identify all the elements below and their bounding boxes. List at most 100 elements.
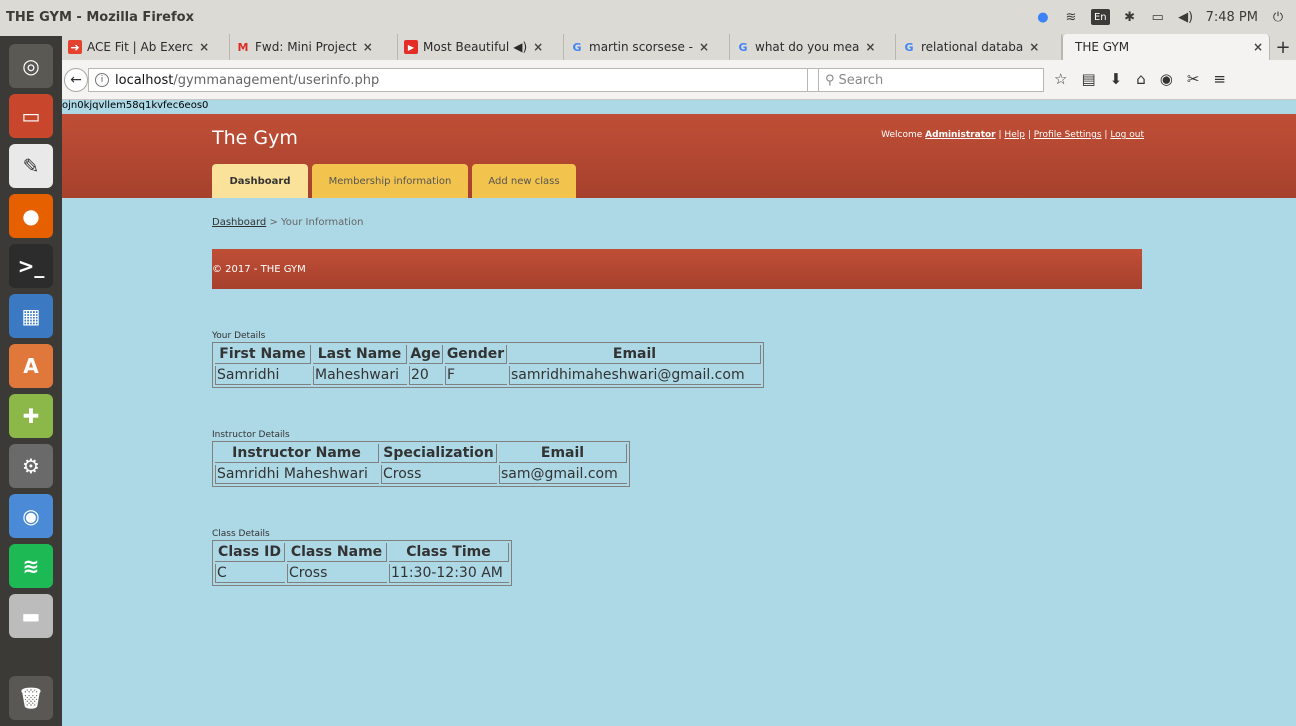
table-header-row: Instructor Name Specialization Email (215, 444, 627, 463)
separator: | (1027, 130, 1031, 140)
speaker-icon[interactable]: ◀) (513, 40, 527, 54)
instructor-details-table: Instructor Name Specialization Email Sam… (212, 441, 630, 487)
chromium-tray-icon[interactable]: ● (1035, 9, 1051, 25)
android-studio-icon[interactable]: ✚ (9, 394, 53, 438)
ace-fit-icon: ➜ (68, 40, 82, 54)
close-tab-icon[interactable]: × (1029, 40, 1039, 54)
tab-youtube[interactable]: ▶ Most Beautiful ◀) × (398, 34, 564, 60)
download-icon[interactable]: ⬇ (1110, 70, 1123, 88)
column-header: Instructor Name (215, 444, 379, 463)
libreoffice-impress-icon[interactable]: ▦ (9, 294, 53, 338)
column-header: Email (499, 444, 627, 463)
your-details-label: Your Details (212, 331, 266, 341)
separator: | (1104, 130, 1108, 140)
web-page: ojn0kjqvllem58q1kvfec6eos0 The Gym Welco… (62, 100, 1296, 726)
info-icon[interactable]: i (95, 73, 109, 87)
column-header: Class Name (287, 543, 387, 562)
bookmark-star-icon[interactable]: ☆ (1054, 70, 1067, 88)
footer-text: © 2017 - THE GYM (212, 263, 306, 275)
search-input[interactable]: ⚲ Search (818, 68, 1044, 92)
tab-gmail[interactable]: M Fwd: Mini Project × (230, 34, 398, 60)
drive-icon[interactable]: ▬ (9, 594, 53, 638)
column-header: Last Name (313, 345, 407, 364)
close-tab-icon[interactable]: × (1253, 40, 1263, 54)
separator: | (998, 130, 1002, 140)
column-header: First Name (215, 345, 311, 364)
breadcrumb-current: > Your Information (266, 217, 364, 228)
screenshot-icon[interactable]: ✂ (1187, 70, 1200, 88)
profile-settings-link[interactable]: Profile Settings (1034, 130, 1102, 140)
battery-icon[interactable]: ▭ (1150, 9, 1166, 25)
home-icon[interactable]: ⌂ (1136, 70, 1146, 88)
tab-what-do-you-mean[interactable]: G what do you mea × (730, 34, 896, 60)
tab-label: relational databa (921, 40, 1024, 54)
table-cell: 20 (409, 366, 443, 385)
clock[interactable]: 7:48 PM (1206, 10, 1258, 25)
tab-relational-database[interactable]: G relational databa × (896, 34, 1062, 60)
column-header: Email (509, 345, 761, 364)
close-tab-icon[interactable]: × (533, 40, 543, 54)
terminal-icon[interactable]: >_ (9, 244, 53, 288)
power-icon[interactable]: ⏻ (1270, 9, 1286, 25)
window-title: THE GYM - Mozilla Firefox (6, 10, 194, 25)
tab-the-gym[interactable]: THE GYM × (1062, 34, 1270, 60)
table-cell: sam@gmail.com (499, 465, 627, 484)
table-cell: Cross (287, 564, 387, 583)
text-editor-icon[interactable]: ✎ (9, 144, 53, 188)
instructor-details-label: Instructor Details (212, 430, 290, 440)
welcome-text: Welcome (881, 130, 923, 140)
tab-add-new-class[interactable]: Add new class (472, 164, 576, 198)
spotify-icon[interactable]: ≋ (9, 544, 53, 588)
bluetooth-icon[interactable]: ✱ (1122, 9, 1138, 25)
close-tab-icon[interactable]: × (699, 40, 709, 54)
class-details-label: Class Details (212, 529, 270, 539)
search-placeholder: Search (838, 72, 884, 88)
tab-ace-fit[interactable]: ➜ ACE Fit | Ab Exerc × (62, 34, 230, 60)
column-header: Gender (445, 345, 507, 364)
files-icon[interactable]: ▭ (9, 94, 53, 138)
url-bar[interactable]: i localhost /gymmanagement/userinfo.php (88, 68, 808, 92)
logout-link[interactable]: Log out (1110, 130, 1144, 140)
dash-home-icon[interactable]: ◎ (9, 44, 53, 88)
browser-tab-strip: ➜ ACE Fit | Ab Exerc × M Fwd: Mini Proje… (62, 34, 1296, 60)
tab-dashboard[interactable]: Dashboard (212, 164, 308, 198)
search-icon: ⚲ (825, 72, 835, 88)
google-icon: G (738, 40, 748, 54)
system-settings-icon[interactable]: ⚙ (9, 444, 53, 488)
gmail-icon: M (237, 40, 249, 54)
chromium-icon[interactable]: ◉ (9, 494, 53, 538)
close-tab-icon[interactable]: × (363, 40, 373, 54)
trash-icon[interactable]: 🗑 (9, 676, 53, 720)
close-tab-icon[interactable]: × (199, 40, 209, 54)
session-id-text: ojn0kjqvllem58q1kvfec6eos0 (62, 100, 209, 111)
new-tab-button[interactable]: + (1270, 34, 1296, 60)
google-icon: G (904, 40, 914, 54)
tab-label: Fwd: Mini Project (255, 40, 357, 54)
help-link[interactable]: Help (1004, 130, 1025, 140)
class-details-table: Class ID Class Name Class Time C Cross 1… (212, 540, 512, 586)
administrator-link[interactable]: Administrator (925, 130, 995, 140)
table-header-row: Class ID Class Name Class Time (215, 543, 509, 562)
tab-martin-scorsese[interactable]: G martin scorsese - × (564, 34, 730, 60)
back-button[interactable]: ← (64, 68, 88, 92)
tab-label: martin scorsese - (589, 40, 693, 54)
tab-membership-information[interactable]: Membership information (312, 164, 468, 198)
close-tab-icon[interactable]: × (865, 40, 875, 54)
volume-icon[interactable]: ◀) (1178, 9, 1194, 25)
reading-list-icon[interactable]: ▤ (1081, 70, 1095, 88)
pocket-icon[interactable]: ◉ (1160, 70, 1173, 88)
column-header: Class ID (215, 543, 285, 562)
google-icon: G (572, 40, 582, 54)
keyboard-layout-indicator[interactable]: En (1090, 9, 1110, 25)
software-center-icon[interactable]: A (9, 344, 53, 388)
tab-label: what do you mea (755, 40, 860, 54)
column-header: Specialization (381, 444, 497, 463)
firefox-icon[interactable]: ● (9, 194, 53, 238)
tab-label: Most Beautiful (423, 40, 510, 54)
menu-icon[interactable]: ≡ (1213, 70, 1226, 88)
breadcrumb-dashboard-link[interactable]: Dashboard (212, 217, 266, 228)
column-header: Class Time (389, 543, 509, 562)
table-cell: F (445, 366, 507, 385)
wifi-icon[interactable]: ≋ (1063, 9, 1079, 25)
site-title: The Gym (212, 127, 298, 149)
